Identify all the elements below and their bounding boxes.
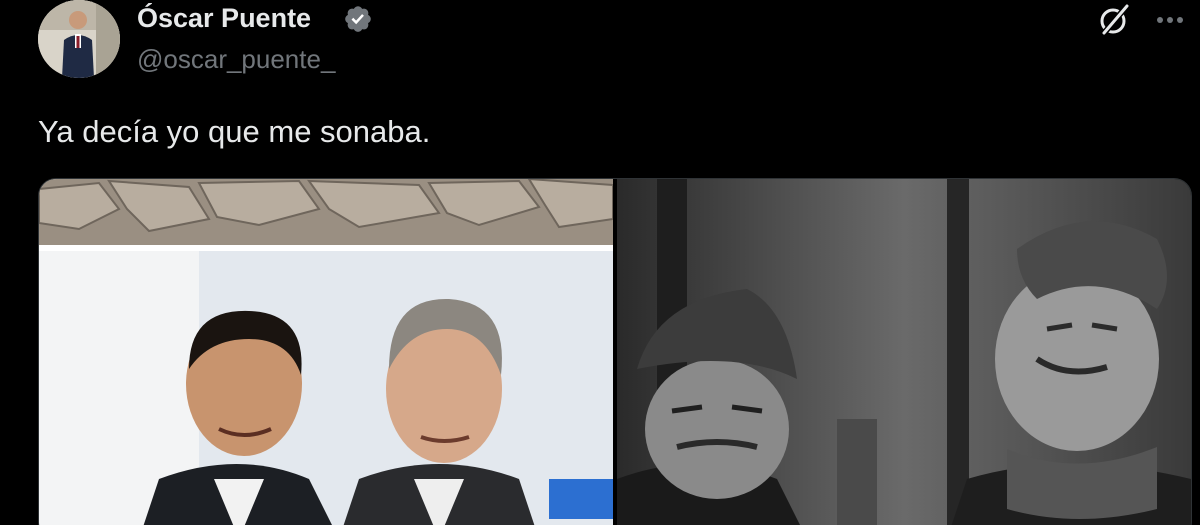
media-photo-left[interactable] [39, 179, 614, 525]
media-grid[interactable] [38, 178, 1192, 525]
tweet-text: Ya decía yo que me sonaba. [38, 114, 431, 149]
verified-badge-icon [345, 6, 371, 32]
media-photo-right[interactable] [617, 179, 1191, 525]
tweet-card[interactable]: Óscar Puente @oscar_puente_ Ya decía yo … [0, 0, 1200, 525]
grok-icon[interactable] [1096, 2, 1132, 38]
author-avatar[interactable] [38, 0, 120, 78]
author-display-name[interactable]: Óscar Puente [137, 2, 311, 34]
author-handle[interactable]: @oscar_puente_ [137, 43, 335, 75]
more-options-icon[interactable] [1152, 6, 1188, 34]
